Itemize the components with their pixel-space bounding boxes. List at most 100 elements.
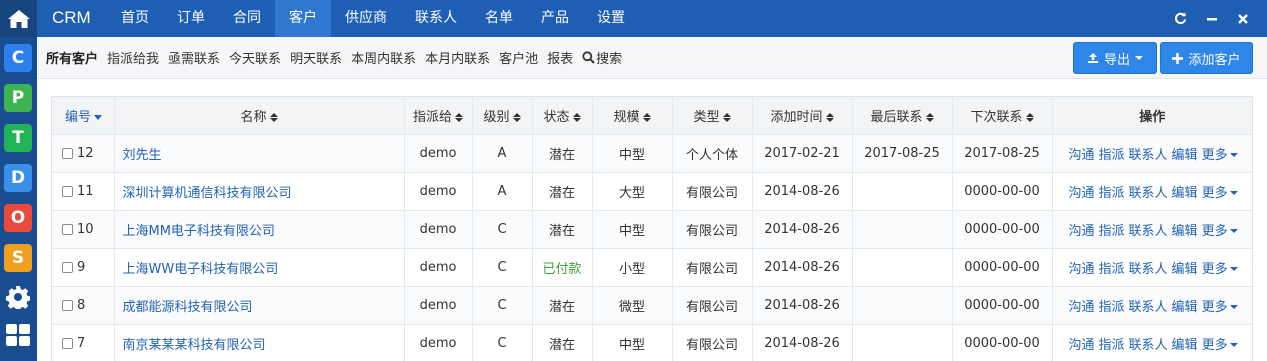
filter-tab-6[interactable]: 本月内联系: [425, 48, 493, 67]
settings-gear-icon[interactable]: [4, 283, 32, 311]
actions-cell: 沟通 指派 联系人 编辑 更多: [1052, 134, 1252, 173]
export-button[interactable]: 导出: [1073, 42, 1157, 74]
customer-name-link[interactable]: 刘先生: [123, 148, 162, 163]
sort-icon: [642, 112, 651, 122]
row-checkbox[interactable]: [62, 185, 73, 197]
nav-item-8[interactable]: 设置: [583, 0, 639, 37]
action-0-link[interactable]: 沟通: [1069, 262, 1095, 277]
action-label: 更多: [1201, 147, 1228, 163]
row-checkbox[interactable]: [62, 337, 73, 349]
app-t-icon[interactable]: T: [4, 124, 32, 152]
action-0-link[interactable]: 沟通: [1069, 148, 1095, 163]
action-2-link[interactable]: 联系人: [1129, 262, 1168, 277]
add-customer-button[interactable]: 添加客户: [1160, 42, 1253, 74]
action-2-link[interactable]: 联系人: [1129, 224, 1168, 239]
action-1-link[interactable]: 指派: [1099, 300, 1125, 315]
nav-item-4[interactable]: 供应商: [331, 0, 401, 37]
home-icon[interactable]: [0, 0, 37, 37]
action-3-link[interactable]: 编辑: [1172, 338, 1198, 353]
action-2-link[interactable]: 联系人: [1129, 338, 1168, 353]
action-label: 联系人: [1128, 147, 1168, 163]
filter-tab-8[interactable]: 报表: [547, 48, 576, 67]
column-header-4[interactable]: 状态: [532, 97, 593, 135]
action-4-link[interactable]: 更多: [1202, 300, 1238, 315]
action-1-link[interactable]: 指派: [1099, 262, 1125, 277]
type-cell: 有限公司: [672, 210, 753, 249]
column-header-3[interactable]: 级别: [472, 97, 533, 135]
customer-name-link[interactable]: 南京某某某科技有限公司: [123, 338, 266, 353]
nav-item-2[interactable]: 合同: [219, 0, 275, 37]
customer-name-link[interactable]: 深圳计算机通信科技有限公司: [123, 186, 292, 201]
level-cell: A: [472, 134, 533, 173]
action-2-link[interactable]: 联系人: [1129, 148, 1168, 163]
column-header-7[interactable]: 添加时间: [752, 97, 853, 135]
sort-desc-icon: [94, 114, 103, 120]
action-4-link[interactable]: 更多: [1202, 338, 1238, 353]
apps-grid-icon[interactable]: [4, 321, 32, 349]
action-3-link[interactable]: 编辑: [1172, 262, 1198, 277]
action-1-link[interactable]: 指派: [1099, 224, 1125, 239]
action-0-link[interactable]: 沟通: [1069, 186, 1095, 201]
filter-tab-5[interactable]: 本周内联系: [351, 48, 419, 67]
action-4-link[interactable]: 更多: [1202, 186, 1238, 201]
action-2-link[interactable]: 联系人: [1129, 300, 1168, 315]
column-header-8[interactable]: 最后联系: [852, 97, 953, 135]
search-link[interactable]: 搜索: [582, 48, 625, 67]
upload-icon: [1087, 52, 1099, 64]
filter-tab-7[interactable]: 客户池: [499, 48, 541, 67]
nav-item-3[interactable]: 客户: [275, 0, 331, 37]
action-3-link[interactable]: 编辑: [1172, 148, 1198, 163]
column-header-0[interactable]: 编号: [52, 97, 115, 135]
column-header-2[interactable]: 指派给: [404, 97, 473, 135]
chevron-down-icon: [1229, 343, 1238, 347]
filter-tab-1[interactable]: 指派给我: [107, 48, 162, 67]
column-header-5[interactable]: 规模: [592, 97, 673, 135]
row-checkbox[interactable]: [62, 299, 73, 311]
action-label: 指派: [1098, 147, 1125, 163]
column-header-9[interactable]: 下次联系: [952, 97, 1053, 135]
customer-name-link[interactable]: 成都能源科技有限公司: [123, 300, 253, 315]
refresh-icon[interactable]: [1167, 0, 1193, 37]
app-c-icon[interactable]: C: [4, 44, 32, 72]
nav-item-6[interactable]: 名单: [471, 0, 527, 37]
row-checkbox[interactable]: [62, 223, 73, 235]
action-0-link[interactable]: 沟通: [1069, 224, 1095, 239]
nav-item-5[interactable]: 联系人: [401, 0, 471, 37]
top-navbar: CRM 首页 订单 合同 客户 供应商 联系人 名单 产品 设置: [37, 0, 1267, 37]
action-3-link[interactable]: 编辑: [1172, 224, 1198, 239]
filter-tab-2[interactable]: 亟需联系: [168, 48, 223, 67]
app-o-icon[interactable]: O: [4, 204, 32, 232]
filter-tab-0[interactable]: 所有客户: [46, 48, 101, 67]
action-4-link[interactable]: 更多: [1202, 148, 1238, 163]
chevron-down-icon: [1135, 56, 1143, 60]
action-1-link[interactable]: 指派: [1099, 148, 1125, 163]
action-3-link[interactable]: 编辑: [1172, 300, 1198, 315]
action-1-link[interactable]: 指派: [1099, 186, 1125, 201]
row-checkbox[interactable]: [62, 261, 73, 273]
minimize-icon[interactable]: [1199, 0, 1225, 37]
nav-item-1[interactable]: 订单: [163, 0, 219, 37]
customer-name-link[interactable]: 上海WW电子科技有限公司: [123, 262, 279, 277]
customer-name-link[interactable]: 上海MM电子科技有限公司: [123, 224, 275, 239]
close-icon[interactable]: [1230, 0, 1256, 37]
action-0-link[interactable]: 沟通: [1069, 338, 1095, 353]
column-header-1[interactable]: 名称: [114, 97, 405, 135]
action-4-link[interactable]: 更多: [1202, 224, 1238, 239]
column-header-6[interactable]: 类型: [672, 97, 753, 135]
filter-tab-4[interactable]: 明天联系: [290, 48, 345, 67]
nav-item-7[interactable]: 产品: [527, 0, 583, 37]
row-checkbox[interactable]: [62, 147, 73, 159]
action-1-link[interactable]: 指派: [1099, 338, 1125, 353]
app-d-icon[interactable]: D: [4, 164, 32, 192]
app-p-icon[interactable]: P: [4, 84, 32, 112]
action-4-link[interactable]: 更多: [1202, 262, 1238, 277]
nav-item-0[interactable]: 首页: [107, 0, 163, 37]
filter-tab-3[interactable]: 今天联系: [229, 48, 284, 67]
action-2-link[interactable]: 联系人: [1129, 186, 1168, 201]
action-0-link[interactable]: 沟通: [1069, 300, 1095, 315]
action-3-link[interactable]: 编辑: [1172, 186, 1198, 201]
type-cell: 有限公司: [672, 172, 753, 211]
column-header-label: 状态: [543, 109, 570, 125]
app-s-icon[interactable]: S: [4, 244, 32, 272]
brand-logo[interactable]: CRM: [52, 0, 91, 37]
